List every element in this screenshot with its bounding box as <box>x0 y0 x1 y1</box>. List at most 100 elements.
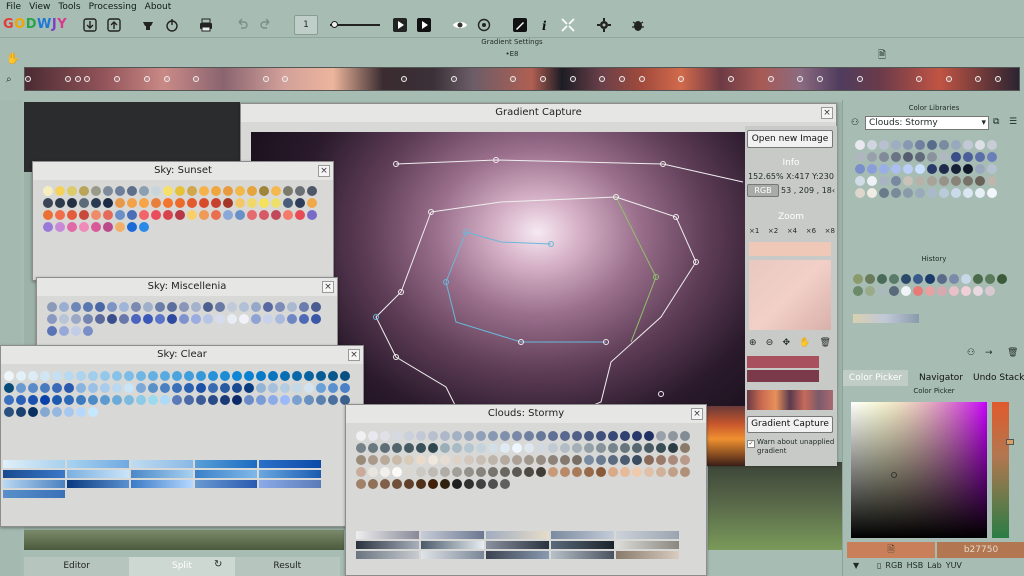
move-icon[interactable]: ✥ <box>782 338 790 348</box>
color-swatch[interactable] <box>196 383 206 393</box>
color-swatch[interactable] <box>596 443 606 453</box>
color-swatch[interactable] <box>119 314 129 324</box>
zoom-x2[interactable]: ×2 <box>768 227 778 235</box>
gradient-stop-handle[interactable] <box>817 76 823 82</box>
color-swatch[interactable] <box>163 186 173 196</box>
color-swatch[interactable] <box>428 467 438 477</box>
tab-color-picker[interactable]: Color Picker <box>843 370 908 386</box>
color-swatch[interactable] <box>548 431 558 441</box>
color-swatch[interactable] <box>220 383 230 393</box>
color-swatch[interactable] <box>608 467 618 477</box>
color-swatch[interactable] <box>416 467 426 477</box>
color-swatch[interactable] <box>247 198 257 208</box>
color-swatch[interactable] <box>524 467 534 477</box>
color-swatch[interactable] <box>452 455 462 465</box>
color-swatch[interactable] <box>112 395 122 405</box>
color-swatch[interactable] <box>52 371 62 381</box>
sky-sunset-palette[interactable] <box>43 186 317 232</box>
color-swatch[interactable] <box>987 188 997 198</box>
color-swatch[interactable] <box>524 443 534 453</box>
color-swatch[interactable] <box>452 431 462 441</box>
color-swatch[interactable] <box>287 314 297 324</box>
gradient-stop-handle[interactable] <box>143 76 150 82</box>
color-swatch[interactable] <box>548 455 558 465</box>
color-swatch[interactable] <box>223 198 233 208</box>
color-swatch[interactable] <box>879 176 889 186</box>
color-swatch[interactable] <box>656 467 666 477</box>
clouds-stormy-gradients[interactable] <box>356 531 679 559</box>
color-swatch[interactable] <box>584 443 594 453</box>
color-swatch[interactable] <box>596 431 606 441</box>
color-swatch[interactable] <box>179 314 189 324</box>
color-swatch[interactable] <box>891 152 901 162</box>
color-swatch[interactable] <box>925 274 935 284</box>
gradient-stop-handle[interactable] <box>727 76 734 82</box>
color-swatch[interactable] <box>235 210 245 220</box>
library-palette[interactable] <box>855 140 997 198</box>
color-swatch[interactable] <box>879 164 889 174</box>
color-swatch[interactable] <box>853 286 863 296</box>
color-swatch[interactable] <box>392 443 402 453</box>
color-swatch[interactable] <box>879 152 889 162</box>
arrow-right-icon[interactable]: → <box>985 348 993 358</box>
color-swatch[interactable] <box>131 302 141 312</box>
color-swatch[interactable] <box>464 431 474 441</box>
color-swatch[interactable] <box>239 314 249 324</box>
color-swatch[interactable] <box>973 274 983 284</box>
color-swatch[interactable] <box>71 326 81 336</box>
sky-clear-gradients[interactable] <box>3 460 321 498</box>
color-swatch[interactable] <box>220 395 230 405</box>
color-swatch[interactable] <box>512 431 522 441</box>
color-swatch[interactable] <box>199 186 209 196</box>
color-swatch[interactable] <box>91 210 101 220</box>
color-swatch[interactable] <box>208 383 218 393</box>
add-stop-icon[interactable]: ⊕ <box>749 338 757 348</box>
menu-tools[interactable]: Tools <box>58 2 80 12</box>
color-swatch[interactable] <box>572 443 582 453</box>
color-swatch[interactable] <box>52 383 62 393</box>
color-swatch[interactable] <box>987 152 997 162</box>
gradient-stop-handle[interactable] <box>797 76 804 82</box>
color-swatch[interactable] <box>975 188 985 198</box>
color-swatch[interactable] <box>316 383 326 393</box>
gradient-bar[interactable] <box>24 67 1020 91</box>
color-swatch[interactable] <box>476 467 486 477</box>
menu-about[interactable]: About <box>145 2 172 12</box>
color-swatch[interactable] <box>79 186 89 196</box>
color-swatch[interactable] <box>235 186 245 196</box>
undo-icon[interactable] <box>232 15 252 35</box>
color-swatch[interactable] <box>316 395 326 405</box>
color-swatch[interactable] <box>307 186 317 196</box>
color-swatch[interactable] <box>59 302 69 312</box>
color-swatch[interactable] <box>428 443 438 453</box>
color-swatch[interactable] <box>620 431 630 441</box>
color-swatch[interactable] <box>40 395 50 405</box>
gradient-stop-handle[interactable] <box>975 76 982 82</box>
color-swatch[interactable] <box>199 198 209 208</box>
palette-mode-icon[interactable]: ▯ <box>877 561 881 570</box>
color-swatch[interactable] <box>927 164 937 174</box>
color-swatch[interactable] <box>280 371 290 381</box>
color-swatch[interactable] <box>244 371 254 381</box>
gradient-stop-handle[interactable] <box>995 76 1002 82</box>
color-swatch[interactable] <box>127 210 137 220</box>
color-swatch[interactable] <box>901 274 911 284</box>
color-swatch[interactable] <box>572 467 582 477</box>
color-swatch[interactable] <box>392 455 402 465</box>
color-swatch[interactable] <box>191 302 201 312</box>
color-swatch[interactable] <box>440 443 450 453</box>
color-swatch[interactable] <box>891 140 901 150</box>
color-swatch[interactable] <box>271 210 281 220</box>
chevron-down-icon[interactable]: ▼ <box>853 561 859 570</box>
color-swatch[interactable] <box>368 467 378 477</box>
tab-result[interactable]: Result <box>235 557 340 576</box>
color-swatch[interactable] <box>997 274 1007 284</box>
gradient-stop-handle[interactable] <box>193 76 200 82</box>
color-swatch[interactable] <box>139 186 149 196</box>
sky-miscellenia-palette[interactable] <box>47 302 321 336</box>
color-swatch[interactable] <box>644 443 654 453</box>
library-select[interactable]: Clouds: Stormy ▾ <box>865 116 989 130</box>
color-swatch[interactable] <box>172 395 182 405</box>
color-swatch[interactable] <box>560 467 570 477</box>
color-swatch[interactable] <box>668 431 678 441</box>
